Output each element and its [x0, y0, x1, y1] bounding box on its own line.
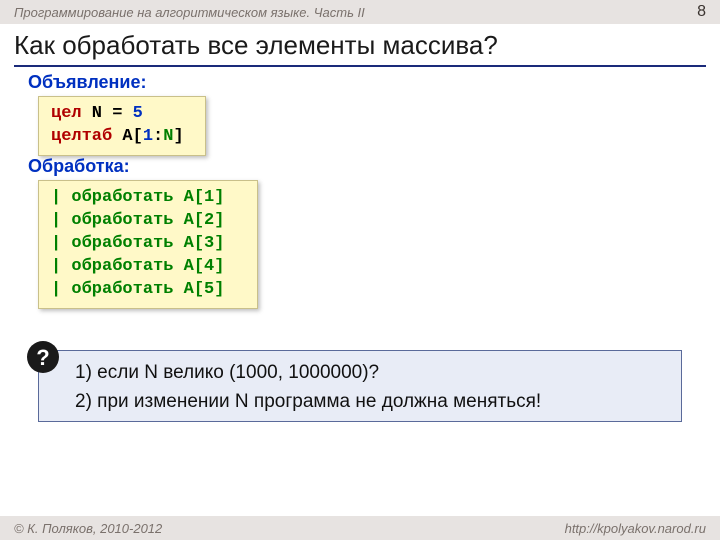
footer-bar: © К. Поляков, 2010-2012 http://kpolyakov…	[0, 516, 720, 540]
code-var: N	[163, 127, 173, 146]
code-processing: | обработать A[1] | обработать A[2] | об…	[38, 180, 258, 309]
code-line: | обработать A[3]	[51, 233, 245, 256]
label-processing: Обработка:	[28, 156, 130, 177]
code-line: | обработать A[2]	[51, 210, 245, 233]
keyword-arr: целтаб	[51, 127, 112, 146]
code-text: [	[133, 127, 143, 146]
question-mark-icon: ?	[27, 341, 59, 373]
code-line: | обработать A[4]	[51, 256, 245, 279]
code-text: :	[153, 127, 163, 146]
code-text: A	[112, 127, 132, 146]
question-line: 1) если N велико (1000, 1000000)?	[75, 359, 663, 388]
label-declaration: Объявление:	[28, 72, 147, 93]
code-line: цел N = 5	[51, 103, 193, 126]
code-declaration: цел N = 5 целтаб A[1:N]	[38, 96, 206, 156]
footer-url: http://kpolyakov.narod.ru	[565, 521, 706, 536]
code-text: =	[112, 104, 122, 123]
copyright: © К. Поляков, 2010-2012	[14, 521, 565, 536]
code-text: ]	[173, 127, 183, 146]
top-bar: Программирование на алгоритмическом язык…	[0, 0, 720, 24]
code-line: | обработать A[1]	[51, 187, 245, 210]
question-line: 2) при изменении N программа не должна м…	[75, 388, 663, 417]
page-title: Как обработать все элементы массива?	[14, 30, 706, 67]
code-number: 1	[143, 127, 153, 146]
question-callout: ? 1) если N велико (1000, 1000000)? 2) п…	[38, 350, 682, 422]
code-line: целтаб A[1:N]	[51, 126, 193, 149]
code-number: 5	[122, 104, 142, 123]
code-text: N	[82, 104, 113, 123]
slide: Программирование на алгоритмическом язык…	[0, 0, 720, 540]
code-line: | обработать A[5]	[51, 279, 245, 302]
breadcrumb: Программирование на алгоритмическом язык…	[14, 5, 697, 20]
page-number: 8	[697, 3, 706, 21]
keyword-int: цел	[51, 104, 82, 123]
